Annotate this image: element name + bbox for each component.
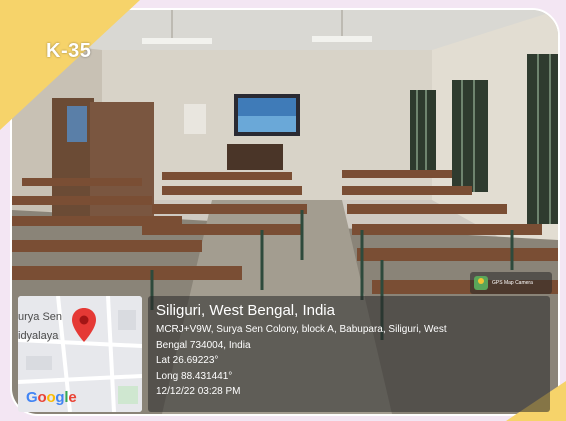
room-label: K-35: [46, 40, 92, 62]
photo-page: K-35 GPS Map Camera urya Sen idyalaya Go…: [0, 0, 566, 421]
longitude: Long 88.431441°: [156, 370, 233, 382]
map-pin-icon: [72, 308, 96, 342]
timestamp: 12/12/22 03:28 PM: [156, 386, 241, 397]
location-map: urya Sen idyalaya Google: [18, 296, 142, 412]
address-line2: Bengal 734004, India: [156, 339, 251, 351]
location-city: Siliguri, West Bengal, India: [156, 302, 335, 319]
address-line1: MCRJ+V9W, Surya Sen Colony, block A, Bab…: [156, 324, 447, 335]
latitude: Lat 26.69223°: [156, 355, 219, 366]
gps-map-camera-icon: [474, 276, 488, 290]
google-logo: Google: [26, 389, 77, 406]
location-info: Siliguri, West Bengal, India MCRJ+V9W, S…: [148, 296, 550, 412]
gps-map-camera-badge: GPS Map Camera: [470, 272, 552, 294]
gps-overlay: urya Sen idyalaya Google Siliguri, West …: [18, 296, 550, 414]
gps-map-camera-label: GPS Map Camera: [492, 280, 533, 286]
